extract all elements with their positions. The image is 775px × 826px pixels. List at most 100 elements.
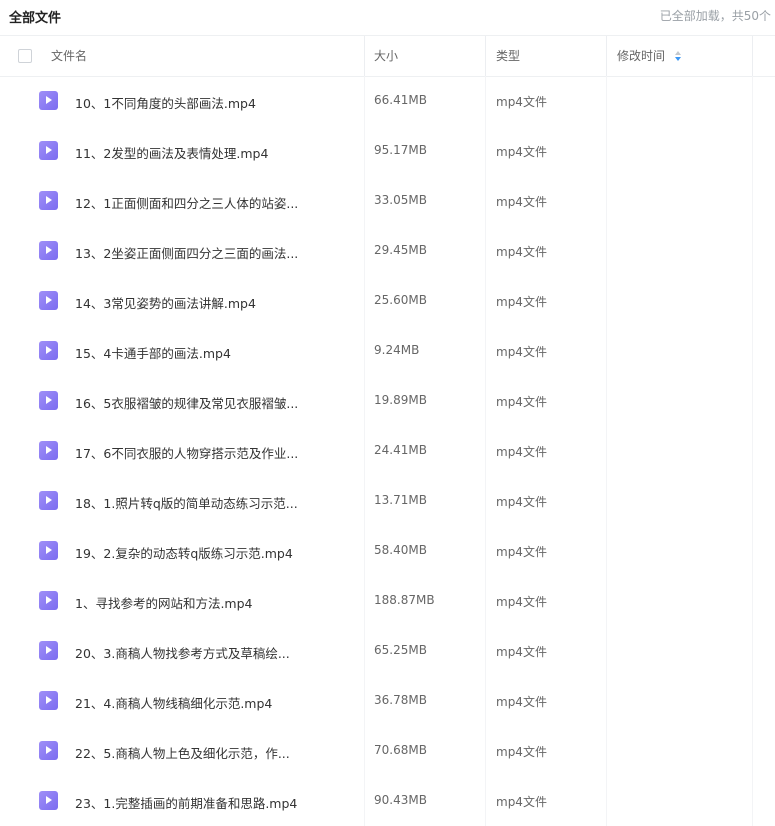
file-size: 19.89MB [374,393,427,407]
file-name[interactable]: 13、2坐姿正面侧面四分之三面的画法... [75,243,298,262]
column-divider [606,576,607,626]
column-divider [752,126,753,176]
file-row[interactable]: 17、6不同衣服的人物穿搭示范及作业... 24.41MB mp4文件 [0,426,775,476]
column-header-name[interactable]: 文件名 [51,36,87,76]
column-divider [752,576,753,626]
file-name[interactable]: 14、3常见姿势的画法讲解.mp4 [75,293,256,312]
select-all-checkbox[interactable] [18,49,32,63]
column-header-modified[interactable]: 修改时间 [617,36,681,76]
column-divider [752,326,753,376]
sort-icon[interactable] [674,50,681,61]
column-header-size[interactable]: 大小 [374,36,398,76]
column-header-type[interactable]: 类型 [496,36,520,76]
column-divider [364,376,365,426]
file-name[interactable]: 1、寻找参考的网站和方法.mp4 [75,593,253,612]
column-divider[interactable] [364,36,365,76]
file-row[interactable]: 12、1正面侧面和四分之三人体的站姿... 33.05MB mp4文件 [0,176,775,226]
video-file-icon [39,91,58,110]
file-row[interactable]: 14、3常见姿势的画法讲解.mp4 25.60MB mp4文件 [0,276,775,326]
column-divider[interactable] [752,36,753,76]
column-divider [606,676,607,726]
column-divider [364,226,365,276]
file-size: 36.78MB [374,693,427,707]
column-divider [606,626,607,676]
file-type: mp4文件 [496,545,547,559]
file-name[interactable]: 10、1不同角度的头部画法.mp4 [75,93,256,112]
file-size: 13.71MB [374,493,427,507]
file-type: mp4文件 [496,645,547,659]
file-row[interactable]: 20、3.商稿人物找参考方式及草稿绘... 65.25MB mp4文件 [0,626,775,676]
file-name[interactable]: 15、4卡通手部的画法.mp4 [75,343,231,362]
file-name[interactable]: 16、5衣服褶皱的规律及常见衣服褶皱... [75,393,298,412]
video-file-icon [39,541,58,560]
file-size: 33.05MB [374,193,427,207]
file-type: mp4文件 [496,445,547,459]
column-divider [752,426,753,476]
column-divider [752,476,753,526]
column-divider [606,276,607,326]
file-size: 25.60MB [374,293,427,307]
video-file-icon [39,191,58,210]
file-type: mp4文件 [496,795,547,809]
file-size: 66.41MB [374,93,427,107]
file-name[interactable]: 23、1.完整插画的前期准备和思路.mp4 [75,793,297,812]
file-row[interactable]: 11、2发型的画法及表情处理.mp4 95.17MB mp4文件 [0,126,775,176]
video-file-icon [39,241,58,260]
column-divider [485,576,486,626]
file-type: mp4文件 [496,95,547,109]
column-divider [485,376,486,426]
column-divider [364,426,365,476]
file-name[interactable]: 17、6不同衣服的人物穿搭示范及作业... [75,443,298,462]
file-name[interactable]: 22、5.商稿人物上色及细化示范，作... [75,743,290,762]
column-divider [485,526,486,576]
file-row[interactable]: 16、5衣服褶皱的规律及常见衣服褶皱... 19.89MB mp4文件 [0,376,775,426]
file-row[interactable]: 19、2.复杂的动态转q版练习示范.mp4 58.40MB mp4文件 [0,526,775,576]
video-file-icon [39,141,58,160]
file-name[interactable]: 20、3.商稿人物找参考方式及草稿绘... [75,643,290,662]
column-header-modified-label: 修改时间 [617,49,666,63]
top-bar: 全部文件 已全部加载，共50个 [0,0,775,30]
column-divider [485,126,486,176]
column-divider[interactable] [485,36,486,76]
file-name[interactable]: 18、1.照片转q版的简单动态练习示范... [75,493,298,512]
file-row[interactable]: 13、2坐姿正面侧面四分之三面的画法... 29.45MB mp4文件 [0,226,775,276]
table-header: 文件名 大小 类型 修改时间 [0,35,775,77]
column-divider [752,376,753,426]
column-divider [485,776,486,826]
column-divider [364,776,365,826]
column-divider [364,676,365,726]
file-name[interactable]: 11、2发型的画法及表情处理.mp4 [75,143,268,162]
file-name[interactable]: 19、2.复杂的动态转q版练习示范.mp4 [75,543,293,562]
file-row[interactable]: 22、5.商稿人物上色及细化示范，作... 70.68MB mp4文件 [0,726,775,776]
file-row[interactable]: 10、1不同角度的头部画法.mp4 66.41MB mp4文件 [0,76,775,126]
column-divider [364,476,365,526]
column-divider [364,726,365,776]
file-type: mp4文件 [496,245,547,259]
file-size: 9.24MB [374,343,420,357]
column-divider [364,526,365,576]
column-divider[interactable] [606,36,607,76]
column-divider [485,726,486,776]
column-divider [485,276,486,326]
file-row[interactable]: 23、1.完整插画的前期准备和思路.mp4 90.43MB mp4文件 [0,776,775,826]
file-size: 95.17MB [374,143,427,157]
column-divider [364,76,365,126]
file-size: 65.25MB [374,643,427,657]
column-divider [485,76,486,126]
load-status: 已全部加载，共50个 [659,9,771,23]
file-row[interactable]: 18、1.照片转q版的简单动态练习示范... 13.71MB mp4文件 [0,476,775,526]
file-row[interactable]: 21、4.商稿人物线稿细化示范.mp4 36.78MB mp4文件 [0,676,775,726]
column-divider [606,476,607,526]
video-file-icon [39,291,58,310]
file-size: 24.41MB [374,443,427,457]
file-name[interactable]: 12、1正面侧面和四分之三人体的站姿... [75,193,298,212]
column-divider [752,176,753,226]
column-divider [606,326,607,376]
file-type: mp4文件 [496,595,547,609]
column-divider [606,376,607,426]
column-divider [752,676,753,726]
file-name[interactable]: 21、4.商稿人物线稿细化示范.mp4 [75,693,272,712]
file-row[interactable]: 1、寻找参考的网站和方法.mp4 188.87MB mp4文件 [0,576,775,626]
page-title: 全部文件 [9,11,62,26]
file-row[interactable]: 15、4卡通手部的画法.mp4 9.24MB mp4文件 [0,326,775,376]
